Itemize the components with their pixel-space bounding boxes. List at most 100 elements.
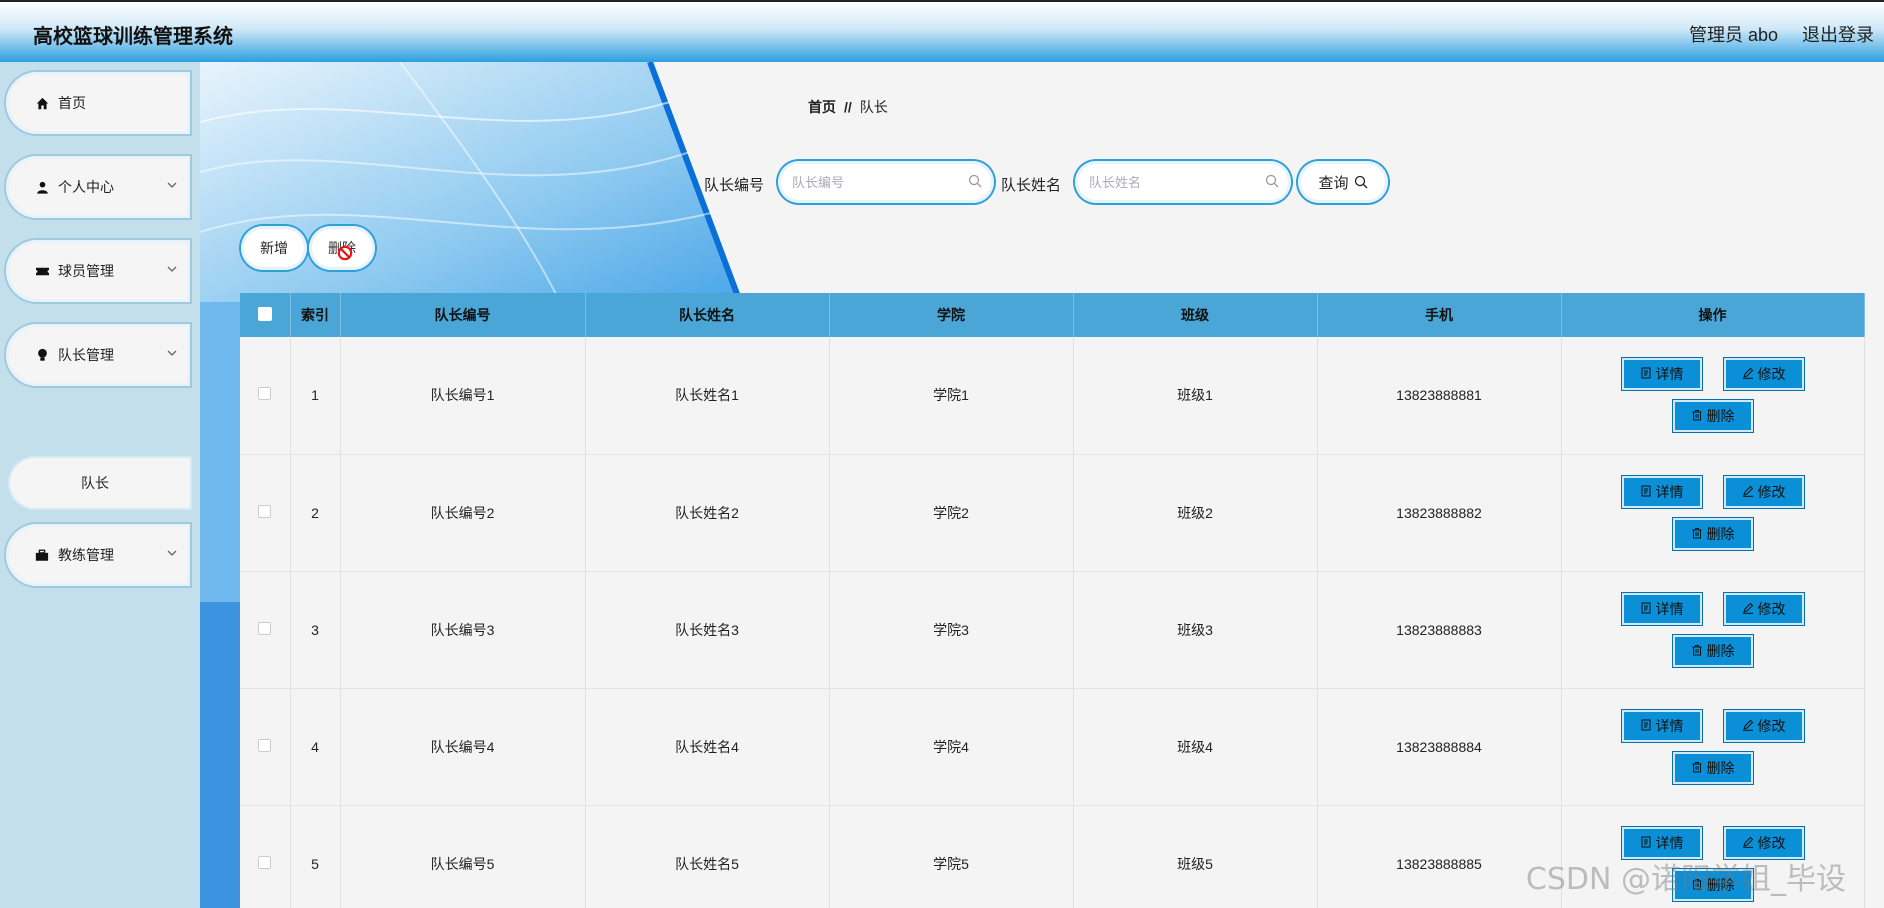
- cell-code: 队长编号2: [340, 454, 586, 572]
- add-button-label: 新增: [260, 240, 288, 256]
- detail-button-label: 详情: [1655, 366, 1684, 383]
- chevron-down-icon: [166, 346, 178, 364]
- cell-actions: 详情 修改删除: [1561, 337, 1865, 455]
- ticket-icon: [34, 263, 50, 279]
- edit-button[interactable]: 修改: [1722, 591, 1805, 626]
- app-title: 高校篮球训练管理系统: [33, 26, 233, 48]
- current-user: 管理员 abo: [1688, 25, 1778, 45]
- query-button[interactable]: 查询: [1298, 161, 1388, 203]
- row-select-cell: [240, 805, 291, 908]
- document-icon: [1640, 835, 1656, 851]
- cell-phone: 13823888885: [1317, 805, 1562, 908]
- cell-name: 队长姓名5: [585, 805, 830, 908]
- cell-class: 班级2: [1073, 454, 1318, 572]
- batch-delete-button[interactable]: 删除: [309, 226, 375, 270]
- cell-index: 3: [290, 571, 341, 689]
- row-checkbox[interactable]: [258, 621, 272, 635]
- cell-phone: 13823888881: [1317, 337, 1562, 455]
- sidebar-item-coach-management[interactable]: 教练管理: [6, 524, 190, 586]
- chevron-down-icon: [166, 178, 178, 196]
- sidebar-item-player-management[interactable]: 球员管理: [6, 240, 190, 302]
- edit-button[interactable]: 修改: [1722, 708, 1805, 743]
- document-icon: [1640, 484, 1656, 500]
- select-all-cell: [240, 293, 291, 337]
- add-button[interactable]: 新增: [241, 226, 307, 270]
- detail-button[interactable]: 详情: [1620, 357, 1703, 392]
- delete-button-label: 删除: [1706, 759, 1735, 776]
- detail-button-label: 详情: [1655, 600, 1684, 617]
- chevron-down-icon: [166, 546, 178, 564]
- cell-college: 学院5: [829, 805, 1074, 908]
- detail-button[interactable]: 详情: [1620, 708, 1703, 743]
- breadcrumb-home[interactable]: 首页: [808, 99, 836, 115]
- edit-button-label: 修改: [1757, 834, 1786, 851]
- home-icon: [34, 95, 50, 111]
- delete-button[interactable]: 删除: [1671, 633, 1754, 668]
- search-icon: [1265, 174, 1279, 193]
- edit-button-label: 修改: [1757, 717, 1786, 734]
- trash-icon: [1691, 760, 1707, 776]
- search-code-input[interactable]: [792, 174, 962, 190]
- document-icon: [1640, 366, 1656, 382]
- column-header-name: 队长姓名: [585, 293, 830, 337]
- table-header-row: 索引 队长编号 队长姓名 学院 班级 手机 操作: [240, 293, 1865, 337]
- row-select-cell: [240, 688, 291, 806]
- cell-college: 学院2: [829, 454, 1074, 572]
- sidebar-item-label: 个人中心: [58, 179, 114, 195]
- delete-button-label: 删除: [1706, 525, 1735, 542]
- search-name-field[interactable]: [1075, 161, 1291, 203]
- not-allowed-icon: [337, 245, 353, 261]
- edit-button[interactable]: 修改: [1722, 357, 1805, 392]
- delete-button[interactable]: 删除: [1671, 516, 1754, 551]
- detail-button-label: 详情: [1655, 483, 1684, 500]
- sidebar-subitem-label: 队长: [81, 475, 109, 491]
- row-checkbox[interactable]: [258, 738, 272, 752]
- row-select-cell: [240, 454, 291, 572]
- delete-button[interactable]: 删除: [1671, 399, 1754, 434]
- cell-code: 队长编号5: [340, 805, 586, 908]
- cell-name: 队长姓名1: [585, 337, 830, 455]
- cell-college: 学院1: [829, 337, 1074, 455]
- cell-code: 队长编号4: [340, 688, 586, 806]
- chevron-down-icon: [166, 262, 178, 280]
- sidebar-item-captain-management[interactable]: 队长管理: [6, 324, 190, 386]
- select-all-checkbox[interactable]: [257, 306, 272, 321]
- cell-index: 1: [290, 337, 341, 455]
- briefcase-icon: [34, 547, 50, 563]
- delete-button-label: 删除: [1706, 642, 1735, 659]
- cell-class: 班级3: [1073, 571, 1318, 689]
- edit-button[interactable]: 修改: [1722, 474, 1805, 509]
- detail-button[interactable]: 详情: [1620, 474, 1703, 509]
- document-icon: [1640, 718, 1656, 734]
- sidebar-subitem-captain[interactable]: 队长: [10, 458, 190, 508]
- search-name-label: 队长姓名: [1001, 177, 1062, 194]
- cell-actions: 详情 修改删除: [1561, 571, 1865, 689]
- column-header-code: 队长编号: [340, 293, 586, 337]
- delete-button[interactable]: 删除: [1671, 750, 1754, 785]
- decorative-side-wave: [200, 302, 240, 908]
- detail-button[interactable]: 详情: [1620, 591, 1703, 626]
- sidebar-item-label: 队长管理: [58, 347, 114, 363]
- sidebar-item-label: 首页: [58, 95, 86, 111]
- row-checkbox[interactable]: [258, 387, 272, 401]
- edit-button-label: 修改: [1757, 483, 1786, 500]
- table-row: 3 队长编号3 队长姓名3 学院3 班级3 13823888883 详情 修改 删除: [240, 571, 1865, 689]
- row-checkbox[interactable]: [258, 504, 272, 518]
- detail-button-label: 详情: [1655, 717, 1684, 734]
- cell-phone: 13823888884: [1317, 688, 1562, 806]
- logout-link[interactable]: 退出登录: [1802, 21, 1874, 47]
- table-row: 1 队长编号1 队长姓名1 学院1 班级1 13823888881 详情 修改 删除: [240, 337, 1865, 455]
- delete-button-label: 删除: [1706, 408, 1735, 425]
- search-name-input[interactable]: [1089, 174, 1259, 190]
- row-select-cell: [240, 337, 291, 455]
- edit-icon: [1742, 601, 1758, 617]
- document-icon: [1640, 601, 1656, 617]
- trash-icon: [1691, 526, 1707, 542]
- breadcrumb: 首页 // 队长: [808, 97, 888, 117]
- sidebar-item-home[interactable]: 首页: [6, 72, 190, 134]
- row-checkbox[interactable]: [258, 855, 272, 869]
- cell-college: 学院4: [829, 688, 1074, 806]
- edit-icon: [1742, 718, 1758, 734]
- search-code-field[interactable]: [778, 161, 994, 203]
- sidebar-item-personal-center[interactable]: 个人中心: [6, 156, 190, 218]
